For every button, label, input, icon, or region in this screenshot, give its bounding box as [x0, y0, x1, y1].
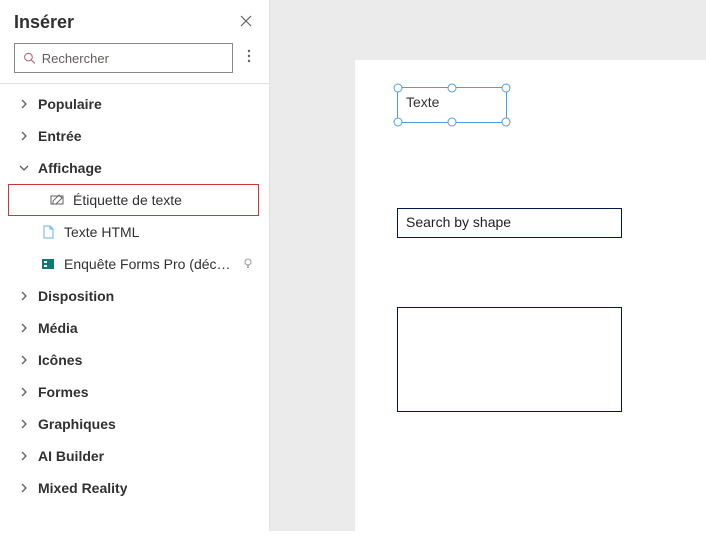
chevron-right-icon: [18, 131, 30, 141]
chevron-right-icon: [18, 419, 30, 429]
tree-item-graphiques[interactable]: Graphiques: [0, 408, 269, 440]
tree-label: Enquête Forms Pro (déconseillé)...: [64, 256, 234, 272]
chevron-right-icon: [18, 99, 30, 109]
tree-item-mixed-reality[interactable]: Mixed Reality: [0, 472, 269, 504]
tree-item-disposition[interactable]: Disposition: [0, 280, 269, 312]
tree-label: Populaire: [38, 96, 102, 112]
textinput-control[interactable]: Search by shape: [397, 208, 622, 238]
search-row: [0, 39, 269, 83]
tree-item-formes[interactable]: Formes: [0, 376, 269, 408]
close-icon: [240, 15, 252, 27]
search-input[interactable]: [42, 51, 224, 66]
tree-item-icones[interactable]: Icônes: [0, 344, 269, 376]
textinput-placeholder: Search by shape: [398, 209, 621, 235]
tree-item-forms-pro[interactable]: Enquête Forms Pro (déconseillé)...: [0, 248, 269, 280]
pane-header: Insérer: [0, 0, 269, 39]
search-box[interactable]: [14, 43, 233, 73]
tree-label: Étiquette de texte: [73, 192, 182, 208]
more-button[interactable]: [239, 49, 259, 68]
close-button[interactable]: [237, 14, 255, 32]
chevron-down-icon: [18, 163, 30, 173]
tree-item-media[interactable]: Média: [0, 312, 269, 344]
edit-label-icon: [49, 192, 65, 208]
resize-handle[interactable]: [502, 84, 511, 93]
chevron-right-icon: [18, 291, 30, 301]
lightbulb-icon: [242, 256, 254, 272]
tree-label: Icônes: [38, 352, 82, 368]
insert-tree: Populaire Entrée Affichage Étiquette de …: [0, 84, 269, 531]
insert-pane: Insérer Populaire Entrée Affichage: [0, 0, 270, 531]
resize-handle[interactable]: [502, 118, 511, 127]
tree-label: Graphiques: [38, 416, 116, 432]
tree-item-texte-html[interactable]: Texte HTML: [0, 216, 269, 248]
tree-item-ai-builder[interactable]: AI Builder: [0, 440, 269, 472]
tree-label: AI Builder: [38, 448, 104, 464]
chevron-right-icon: [18, 323, 30, 333]
tree-item-populaire[interactable]: Populaire: [0, 88, 269, 120]
tree-label: Formes: [38, 384, 89, 400]
tree-label: Entrée: [38, 128, 82, 144]
chevron-right-icon: [18, 387, 30, 397]
rectangle-control[interactable]: [397, 307, 622, 412]
tree-label: Média: [38, 320, 78, 336]
html-file-icon: [40, 224, 56, 240]
more-icon: [247, 49, 251, 63]
tree-item-etiquette-texte[interactable]: Étiquette de texte: [8, 184, 259, 216]
tree-item-entree[interactable]: Entrée: [0, 120, 269, 152]
resize-handle[interactable]: [394, 84, 403, 93]
resize-handle[interactable]: [394, 118, 403, 127]
resize-handle[interactable]: [448, 84, 457, 93]
tree-label: Mixed Reality: [38, 480, 127, 496]
forms-icon: [40, 256, 56, 272]
canvas-area[interactable]: Texte Search by shape: [270, 0, 706, 531]
canvas[interactable]: Texte Search by shape: [355, 60, 706, 540]
pane-title: Insérer: [14, 12, 74, 33]
search-icon: [23, 51, 36, 65]
tree-item-affichage[interactable]: Affichage: [0, 152, 269, 184]
label-control-selected[interactable]: Texte: [397, 87, 507, 123]
resize-handle[interactable]: [448, 118, 457, 127]
tree-label: Affichage: [38, 160, 102, 176]
chevron-right-icon: [18, 355, 30, 365]
chevron-right-icon: [18, 483, 30, 493]
tree-label: Texte HTML: [64, 224, 139, 240]
tree-label: Disposition: [38, 288, 114, 304]
chevron-right-icon: [18, 451, 30, 461]
